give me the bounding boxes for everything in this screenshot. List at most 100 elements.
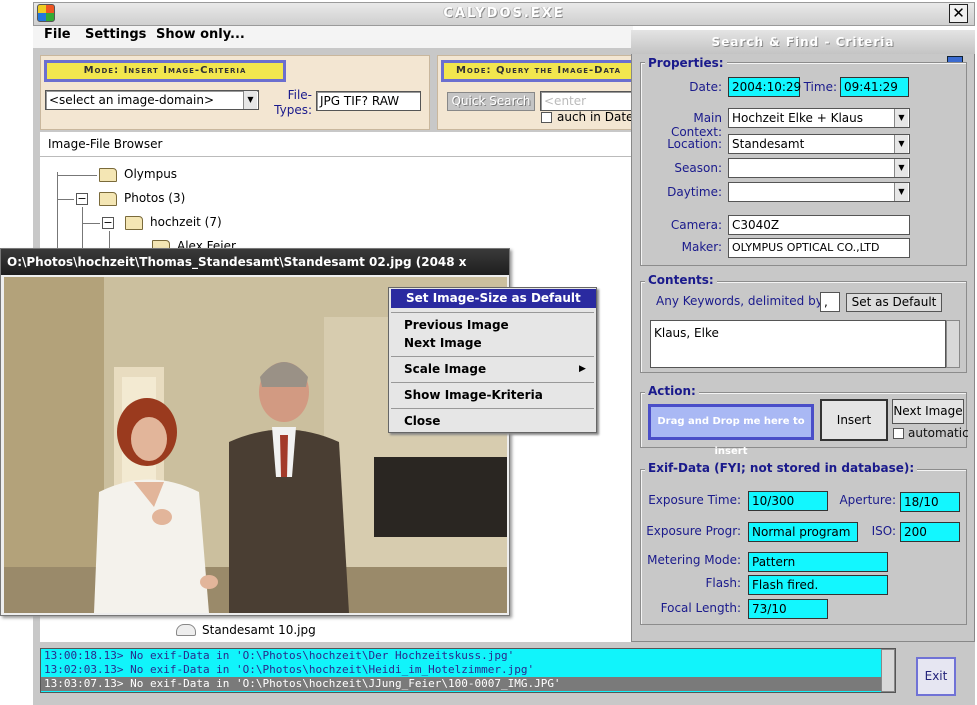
chevron-down-icon[interactable]: ▼ [894, 159, 908, 177]
menu-settings[interactable]: Settings [85, 27, 146, 42]
image-file-icon [176, 624, 196, 636]
mode-insert-button[interactable]: Mode: Insert Image-Criteria [44, 60, 286, 82]
chevron-down-icon[interactable]: ▼ [894, 183, 908, 201]
maker-field[interactable]: OLYMPUS OPTICAL CO.,LTD [728, 238, 910, 258]
file-types-label: File- Types: [268, 88, 312, 118]
metering-mode-label: Metering Mode: [647, 553, 741, 567]
image-domain-value: <select an image-domain> [49, 93, 214, 107]
collapse-icon[interactable]: − [76, 193, 88, 205]
quick-search-button[interactable]: Quick Search [447, 92, 535, 111]
time-field[interactable]: 09:41:29 [840, 77, 909, 97]
divider [40, 156, 633, 157]
menu-bar: File Settings Show only... [33, 26, 633, 48]
also-in-file-checkbox[interactable] [541, 112, 552, 123]
browser-header: Image-File Browser [48, 137, 163, 151]
menu-separator [391, 382, 594, 383]
log-line: 13:00:18.13> No exif-Data in 'O:\Photos\… [44, 649, 515, 662]
tree-line [57, 175, 97, 176]
menu-next-image[interactable]: Next Image [389, 334, 596, 353]
exposure-progr-label: Exposure Progr: [646, 524, 741, 538]
flash-field: Flash fired. [748, 575, 888, 595]
viewer-title: O:\Photos\hochzeit\Thomas_Standesamt\Sta… [1, 249, 509, 295]
tree-line [57, 199, 74, 200]
keywords-scrollbar[interactable] [946, 320, 960, 368]
time-label: Time: [803, 80, 837, 94]
collapse-icon[interactable]: − [102, 217, 114, 229]
keywords-textarea[interactable]: Klaus, Elke [650, 320, 946, 368]
iso-field: 200 [900, 522, 960, 542]
menu-set-image-size-default[interactable]: Set Image-Size as Default [391, 289, 596, 308]
focal-length-field: 73/10 [748, 599, 828, 619]
submenu-arrow-icon: ▶ [579, 364, 586, 374]
main-context-select[interactable]: Hochzeit Elke + Klaus [728, 108, 910, 128]
location-select[interactable]: Standesamt [728, 134, 910, 154]
log-line-selected: 13:03:07.13> No exif-Data in 'O:\Photos\… [41, 677, 895, 691]
contents-heading: Contents: [645, 273, 717, 287]
daytime-label: Daytime: [667, 185, 722, 199]
action-heading: Action: [645, 384, 699, 398]
exit-button[interactable]: Exit [916, 657, 956, 696]
menu-close[interactable]: Close [389, 412, 596, 431]
properties-heading: Properties: [645, 56, 727, 70]
menu-separator [391, 408, 594, 409]
log-scrollbar[interactable] [881, 649, 895, 692]
log-line: 13:02:03.13> No exif-Data in 'O:\Photos\… [44, 663, 535, 676]
tree-line [57, 172, 58, 252]
maker-label: Maker: [681, 240, 722, 254]
menu-previous-image[interactable]: Previous Image [389, 316, 596, 335]
folder-icon [99, 168, 117, 182]
chevron-down-icon[interactable]: ▼ [243, 91, 257, 109]
drop-zone[interactable]: Drag and Drop me here to insert [648, 404, 814, 457]
menu-show-only[interactable]: Show only... [156, 27, 245, 42]
menu-file[interactable]: File [44, 27, 71, 42]
exposure-progr-field: Normal program [748, 522, 858, 542]
title-bar: CALYDOS.EXE [33, 2, 975, 26]
exif-heading: Exif-Data (FYI; not stored in database): [645, 461, 918, 475]
file-types-label-line2: Types: [274, 103, 312, 117]
folder-icon [125, 216, 143, 230]
close-window-button[interactable]: ✕ [949, 4, 968, 23]
camera-label: Camera: [670, 218, 722, 232]
automatic-checkbox[interactable] [893, 428, 904, 439]
tree-line [109, 231, 110, 249]
also-in-file-label: auch in Datei [557, 110, 637, 124]
camera-field[interactable]: C3040Z [728, 215, 910, 235]
next-image-button[interactable]: Next Image [892, 399, 964, 424]
daytime-select[interactable] [728, 182, 910, 202]
season-label: Season: [674, 161, 722, 175]
menu-separator [391, 356, 594, 357]
tree-node-olympus[interactable]: Olympus [124, 167, 177, 181]
season-select[interactable] [728, 158, 910, 178]
file-item[interactable]: Standesamt 10.jpg [202, 623, 316, 637]
file-types-input[interactable]: JPG TIF? RAW [316, 91, 421, 111]
criteria-title: Search & Find - Criteria [631, 30, 975, 54]
chevron-down-icon[interactable]: ▼ [894, 109, 908, 127]
insert-button[interactable]: Insert [820, 399, 888, 441]
chevron-down-icon[interactable]: ▼ [894, 135, 908, 153]
main-context-label: Main Context: [670, 111, 722, 139]
log-list[interactable]: 13:00:18.13> No exif-Data in 'O:\Photos\… [40, 648, 896, 693]
delimiter-field[interactable]: , [820, 292, 840, 312]
set-as-default-button[interactable]: Set as Default [846, 293, 942, 312]
folder-icon [99, 192, 117, 206]
keywords-label: Any Keywords, delimited by [656, 294, 823, 308]
metering-mode-field: Pattern [748, 552, 888, 572]
tree-line [82, 207, 83, 252]
tree-node-hochzeit[interactable]: hochzeit (7) [150, 215, 222, 229]
exposure-time-field: 10/300 [748, 491, 828, 511]
automatic-label: automatic [908, 426, 969, 440]
tree-node-photos[interactable]: Photos (3) [124, 191, 185, 205]
window-title: CALYDOS.EXE [443, 6, 565, 21]
menu-separator [391, 312, 594, 313]
menu-scale-image[interactable]: Scale Image [389, 360, 596, 379]
mode-query-button[interactable]: Mode: Query the Image-Data [441, 60, 633, 82]
image-domain-select[interactable]: <select an image-domain> [45, 90, 259, 110]
date-field[interactable]: 2004:10:29 [728, 77, 801, 97]
app-icon [37, 4, 55, 22]
date-label: Date: [689, 80, 722, 94]
menu-show-image-kriteria[interactable]: Show Image-Kriteria [389, 386, 596, 405]
aperture-label: Aperture: [839, 493, 896, 507]
exposure-time-label: Exposure Time: [648, 493, 741, 507]
quick-search-input[interactable]: <enter search-c [540, 91, 633, 111]
aperture-field: 18/10 [900, 492, 960, 512]
